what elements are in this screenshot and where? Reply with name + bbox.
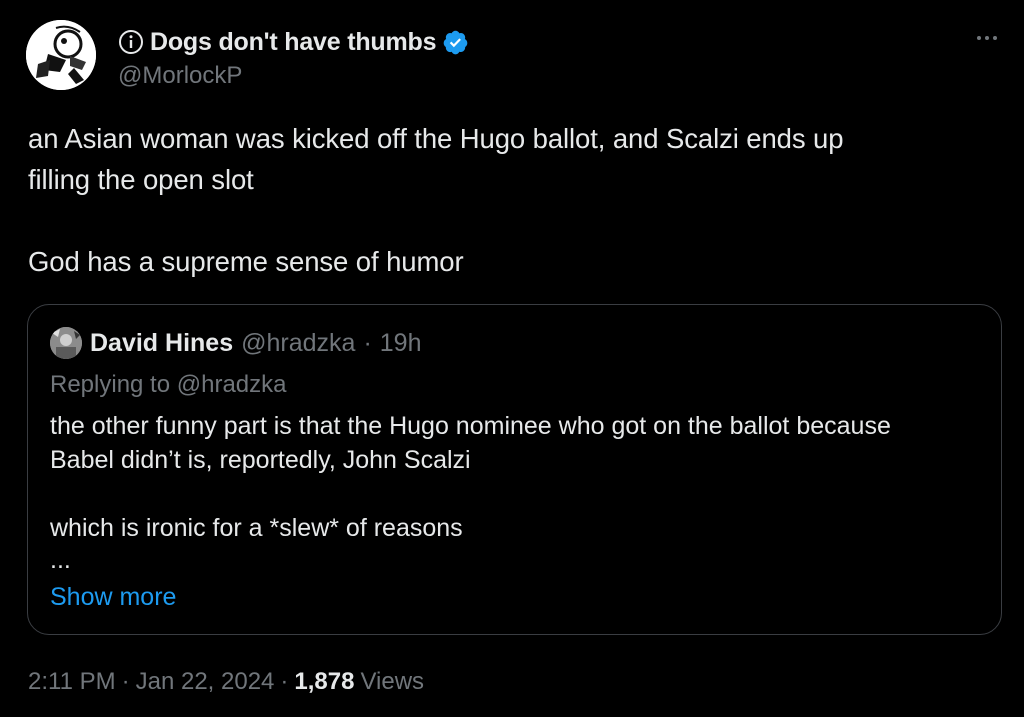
tweet-text-line: God has a supreme sense of humor (28, 246, 464, 277)
quote-text-line: ... (50, 546, 71, 574)
quote-text-line: the other funny part is that the Hugo no… (50, 412, 891, 440)
quote-timestamp[interactable]: 19h (380, 329, 422, 358)
views-count[interactable]: 1,878 (294, 668, 354, 696)
more-options-button[interactable] (972, 28, 1002, 48)
quote-author-handle[interactable]: @hradzka (241, 329, 355, 358)
more-dot-icon (985, 36, 989, 40)
tweet-date[interactable]: Jan 22, 2024 (136, 668, 275, 696)
tweet: Dogs don't have thumbs @MorlockP an Asia… (0, 0, 1024, 717)
quote-text-line: which is ironic for a *slew* of reasons (50, 514, 463, 542)
tweet-footer: 2:11 PM · Jan 22, 2024 · 1,878 Views (28, 668, 424, 696)
quote-text-line: Babel didn’t is, reportedly, John Scalzi (50, 446, 471, 474)
quoted-tweet-card[interactable]: David Hines @hradzka · 19h Replying to @… (27, 304, 1002, 635)
tweet-time[interactable]: 2:11 PM (28, 668, 116, 696)
author-display-name[interactable]: Dogs don't have thumbs (150, 28, 436, 57)
author-name-row[interactable]: Dogs don't have thumbs (118, 26, 469, 58)
more-dot-icon (993, 36, 997, 40)
show-more-link[interactable]: Show more (50, 583, 176, 612)
author-avatar[interactable] (26, 20, 96, 90)
quote-text: the other funny part is that the Hugo no… (50, 409, 980, 575)
quote-replying-to: Replying to @hradzka (50, 371, 287, 398)
author-block: Dogs don't have thumbs @MorlockP (118, 26, 469, 90)
quote-author-name[interactable]: David Hines (90, 329, 233, 358)
tweet-text-line: an Asian woman was kicked off the Hugo b… (28, 123, 844, 154)
quote-header: David Hines @hradzka · 19h (50, 327, 421, 359)
author-handle[interactable]: @MorlockP (118, 62, 469, 90)
more-dot-icon (977, 36, 981, 40)
meta-separator: · (363, 328, 372, 357)
info-icon (118, 29, 144, 55)
verified-badge-icon[interactable] (442, 29, 469, 56)
meta-separator: · (121, 668, 130, 695)
quote-author-avatar[interactable] (50, 327, 82, 359)
tweet-text-line: filling the open slot (28, 164, 254, 195)
tweet-text: an Asian woman was kicked off the Hugo b… (28, 118, 988, 282)
views-label: Views (360, 668, 425, 695)
meta-separator: · (280, 668, 289, 695)
